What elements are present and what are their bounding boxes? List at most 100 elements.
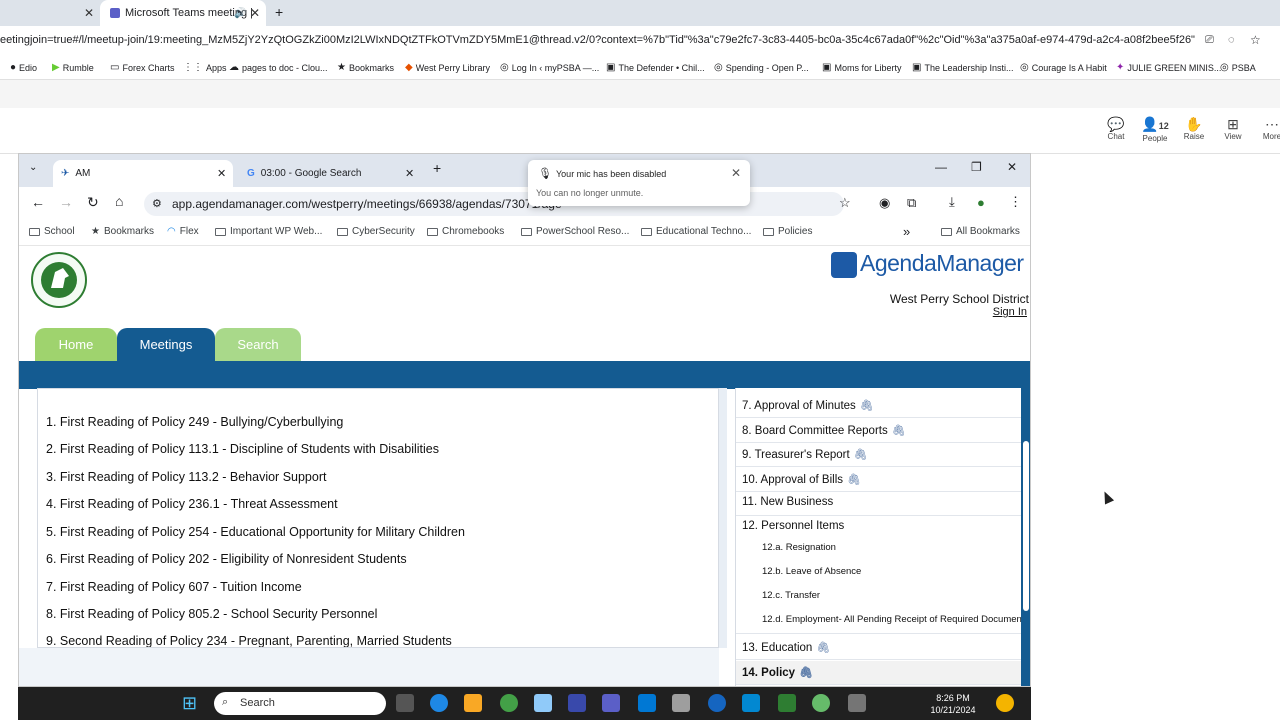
close-icon[interactable]: ✕	[731, 166, 741, 180]
file-explorer-icon[interactable]	[464, 694, 482, 712]
skype-icon[interactable]	[742, 694, 760, 712]
nav-tab-home[interactable]: Home	[35, 328, 117, 361]
bookmark-item[interactable]: Policies	[763, 226, 812, 237]
policy-item[interactable]: 3. First Reading of Policy 113.2 - Behav…	[46, 470, 326, 484]
shared-tab-google[interactable]: G 03:00 - Google Search ✕	[235, 160, 421, 187]
agenda-subitem[interactable]: 12.d. Employment- All Pending Receipt of…	[736, 614, 1023, 634]
copilot-icon[interactable]	[996, 694, 1014, 712]
home-icon[interactable]: ⌂	[115, 193, 123, 209]
bookmark-item[interactable]: ◎ Courage Is A Habit	[1020, 62, 1107, 73]
close-window-icon[interactable]: ✕	[1007, 160, 1017, 174]
menu-icon[interactable]: ⋮	[1009, 194, 1022, 210]
bookmark-item[interactable]: Important WP Web...	[215, 226, 322, 237]
minimize-icon[interactable]: —	[935, 160, 947, 174]
bookmark-item[interactable]: ◆ West Perry Library	[405, 62, 490, 73]
bookmark-item[interactable]: ▣ Moms for Liberty	[822, 62, 901, 73]
agenda-item[interactable]: 14. Policy 🖇	[736, 661, 1023, 685]
bookmark-item[interactable]: School	[29, 226, 75, 237]
chrome-icon[interactable]	[812, 694, 830, 712]
edge-icon[interactable]	[430, 694, 448, 712]
bookmark-item[interactable]: ⋮⋮ Apps	[183, 62, 227, 73]
agenda-subitem[interactable]: 12.b. Leave of Absence	[736, 566, 1023, 586]
policy-item[interactable]: 1. First Reading of Policy 249 - Bullyin…	[46, 415, 343, 429]
bookmark-item[interactable]: ▣ The Leadership Insti...	[912, 62, 1014, 73]
excel-icon[interactable]	[778, 694, 796, 712]
taskbar-clock[interactable]: 8:26 PM 10/21/2024	[918, 692, 988, 716]
bookmark-item[interactable]: Chromebooks	[427, 226, 504, 237]
policy-item[interactable]: 8. First Reading of Policy 805.2 - Schoo…	[46, 607, 377, 621]
nav-tab-meetings[interactable]: Meetings	[117, 328, 215, 361]
policy-item[interactable]: 7. First Reading of Policy 607 - Tuition…	[46, 580, 302, 594]
new-tab-icon[interactable]: +	[275, 4, 283, 20]
bookmark-item[interactable]: CyberSecurity	[337, 226, 415, 237]
profile-icon[interactable]: ●	[977, 195, 985, 210]
teams-icon[interactable]	[602, 694, 620, 712]
download-icon[interactable]: ⤓	[949, 194, 955, 210]
agenda-subitem[interactable]: 12.c. Transfer	[736, 590, 1023, 610]
star-icon[interactable]: ☆	[1250, 33, 1261, 47]
chat-button[interactable]: 💬 Chat	[1096, 116, 1136, 141]
agenda-item[interactable]: 10. Approval of Bills 🖇	[736, 468, 1023, 492]
agenda-item[interactable]: 7. Approval of Minutes 🖇	[736, 394, 1023, 418]
agenda-subitem[interactable]: 12.a. Resignation	[736, 542, 1023, 562]
star-icon[interactable]: ☆	[839, 195, 851, 211]
scrollbar-thumb[interactable]	[1023, 441, 1029, 611]
more-button[interactable]: ⋯ More	[1252, 116, 1280, 141]
all-bookmarks[interactable]: All Bookmarks	[941, 226, 1020, 237]
bookmark-item[interactable]: ✦ JULIE GREEN MINIS...	[1116, 62, 1221, 73]
policy-list-scrollbar[interactable]	[719, 388, 727, 648]
bookmark-item[interactable]: ◎ Log In ‹ myPSBA —...	[500, 62, 599, 73]
outlook-icon[interactable]	[638, 694, 656, 712]
shared-tab-am[interactable]: ✈ AM ✕	[53, 160, 233, 187]
close-icon[interactable]: ✕	[84, 6, 94, 20]
back-icon[interactable]: ←	[31, 194, 45, 210]
windows-start-icon[interactable]: ⊞	[182, 693, 197, 714]
agenda-item[interactable]: 12. Personnel Items	[736, 516, 1023, 538]
agenda-item[interactable]: 11. New Business	[736, 492, 1023, 516]
app-icon[interactable]	[672, 694, 690, 712]
agenda-item[interactable]: 13. Education 🖇	[736, 636, 1023, 660]
bookmark-item[interactable]: Educational Techno...	[641, 226, 751, 237]
close-icon[interactable]: ✕	[217, 167, 226, 180]
close-icon[interactable]: ✕	[405, 167, 414, 180]
raise-hand-button[interactable]: ✋ Raise	[1174, 116, 1214, 141]
puzzle-icon[interactable]: ⧉	[907, 195, 916, 211]
outer-tab-teams[interactable]: Microsoft Teams meeting | 🔊 ✕	[100, 0, 266, 26]
agenda-item[interactable]: 8. Board Committee Reports 🖇	[736, 419, 1023, 443]
bookmark-item[interactable]: ★ Bookmarks	[337, 62, 394, 73]
reload-icon[interactable]: ↻	[87, 194, 99, 211]
bookmark-item[interactable]: ☁ pages to doc - Clou...	[229, 62, 328, 73]
agenda-item[interactable]: 9. Treasurer's Report 🖇	[736, 443, 1023, 467]
extension-icon[interactable]: ◉	[879, 195, 890, 211]
taskbar-search[interactable]: ⌕ Search	[214, 692, 386, 715]
nav-tab-search[interactable]: Search	[215, 328, 301, 361]
policy-item[interactable]: 2. First Reading of Policy 113.1 - Disci…	[46, 442, 439, 456]
cast-icon[interactable]: ⎚	[1205, 34, 1214, 47]
bookmark-item[interactable]: ★ Bookmarks	[91, 226, 154, 237]
task-view-icon[interactable]	[396, 694, 414, 712]
view-button[interactable]: ⊞ View	[1213, 116, 1253, 141]
sign-in-link[interactable]: Sign In	[969, 306, 1027, 318]
bookmark-item[interactable]: ◎ Spending - Open P...	[714, 62, 809, 73]
bookmarks-overflow-icon[interactable]: »	[903, 224, 910, 239]
app-icon[interactable]	[568, 694, 586, 712]
policy-item[interactable]: 6. First Reading of Policy 202 - Eligibi…	[46, 552, 407, 566]
forward-icon[interactable]: →	[59, 194, 73, 210]
policy-item[interactable]: 9. Second Reading of Policy 234 - Pregna…	[46, 634, 452, 647]
bookmark-item[interactable]: PowerSchool Reso...	[521, 226, 629, 237]
new-tab-icon[interactable]: +	[433, 160, 441, 176]
tab-search-icon[interactable]: ⌄	[29, 162, 37, 173]
policy-item[interactable]: 4. First Reading of Policy 236.1 - Threa…	[46, 497, 338, 511]
site-info-icon[interactable]: ⚙	[152, 197, 162, 210]
bookmark-item[interactable]: ▣ The Defender • Chil...	[606, 62, 705, 73]
chrome-icon[interactable]	[500, 694, 518, 712]
outer-tab-previous[interactable]: ✕	[0, 0, 100, 26]
maximize-icon[interactable]: ❐	[971, 160, 982, 174]
speaker-icon[interactable]: 🔊	[234, 8, 246, 19]
bookmark-item[interactable]: ◎ PSBA	[1220, 62, 1256, 73]
bookmark-item[interactable]: ▭ Forex Charts	[110, 62, 174, 73]
bookmark-item[interactable]: ● Edio	[10, 62, 37, 73]
people-button[interactable]: 👤12 People	[1135, 116, 1175, 143]
calculator-icon[interactable]	[848, 694, 866, 712]
app-icon[interactable]	[708, 694, 726, 712]
